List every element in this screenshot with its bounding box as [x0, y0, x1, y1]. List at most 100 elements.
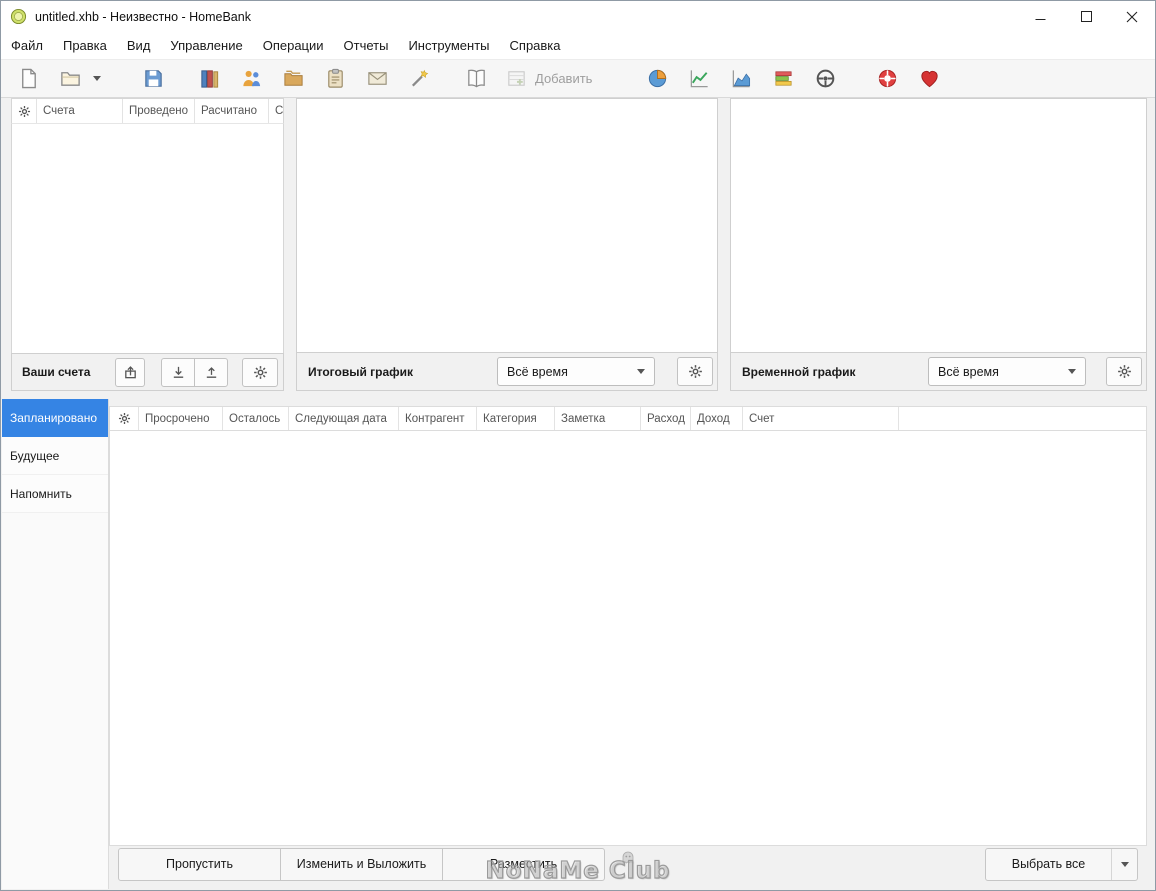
trend-time-chart-icon	[690, 70, 708, 88]
add-operation-label: Добавить	[535, 71, 593, 86]
tab-scheduled[interactable]: Запланировано	[2, 399, 108, 437]
new-file-icon	[21, 68, 36, 89]
scheduled-column-account[interactable]: Счет	[743, 407, 899, 430]
add-operation-button[interactable]: Добавить	[499, 62, 602, 96]
menu-view[interactable]: Вид	[117, 32, 161, 59]
add-operation-icon	[508, 71, 525, 86]
save-button[interactable]	[134, 62, 172, 96]
scheduled-column-income[interactable]: Доход	[691, 407, 743, 430]
assign-wand-icon	[411, 69, 428, 87]
save-icon	[144, 70, 162, 87]
maximize-button[interactable]	[1063, 1, 1109, 32]
select-all-label: Выбрать все	[1011, 857, 1086, 871]
menu-help[interactable]: Справка	[500, 32, 571, 59]
accounts-column-today[interactable]: Се	[269, 99, 283, 123]
accounts-menu-button[interactable]	[242, 357, 278, 387]
open-recent-dropdown-button[interactable]	[89, 62, 104, 96]
toolbar: Добавить	[1, 59, 1155, 98]
accounts-column-reconciled[interactable]: Расчитано	[195, 99, 269, 123]
menu-edit[interactable]: Правка	[53, 32, 117, 59]
total-chart-range-select[interactable]: Всё время	[497, 357, 655, 386]
scheduled-columns-settings-button[interactable]	[110, 407, 139, 430]
window-controls	[1017, 1, 1155, 32]
tab-remind[interactable]: Напомнить	[2, 475, 108, 513]
accounts-list-header: Счета Проведено Расчитано Се	[11, 98, 284, 124]
statistics-pie-icon	[648, 69, 667, 88]
watermark-text: NoNaMe Club	[485, 857, 671, 884]
open-file-button[interactable]	[51, 62, 89, 96]
close-button[interactable]	[1109, 1, 1155, 32]
accounts-ledger-icon	[200, 70, 218, 88]
balance-report-button[interactable]	[722, 62, 760, 96]
manage-payees-button[interactable]	[232, 62, 270, 96]
accounts-columns-settings-button[interactable]	[12, 99, 37, 123]
arrow-down-to-bar-icon	[173, 366, 183, 378]
accounts-footer: Ваши счета	[11, 353, 284, 391]
show-operations-book-icon	[467, 69, 485, 88]
statistics-report-button[interactable]	[638, 62, 676, 96]
time-chart-title: Временной график	[742, 364, 856, 379]
time-chart-settings-button[interactable]	[1106, 357, 1142, 386]
scheduled-column-next-date[interactable]: Следующая дата	[289, 407, 399, 430]
categories-folder-icon	[283, 70, 303, 86]
payees-icon	[242, 70, 260, 87]
select-all-button[interactable]: Выбрать все	[985, 847, 1138, 881]
time-chart-range-select[interactable]: Всё время	[928, 357, 1086, 386]
chevron-down-icon	[637, 369, 645, 374]
total-chart-settings-button[interactable]	[677, 357, 713, 386]
chevron-down-icon	[1120, 861, 1129, 867]
scheduled-column-expense[interactable]: Расход	[641, 407, 691, 430]
budget-report-button[interactable]	[764, 62, 802, 96]
help-lifebuoy-icon	[878, 69, 897, 88]
budget-report-bars-icon	[775, 71, 792, 86]
tab-future[interactable]: Будущее	[2, 437, 108, 475]
manage-budget-button[interactable]	[358, 62, 396, 96]
homebank-window: untitled.xhb - Неизвестно - HomeBank Фай…	[0, 0, 1156, 891]
scheduled-column-payee[interactable]: Контрагент	[399, 407, 477, 430]
scheduled-column-remaining[interactable]: Осталось	[223, 407, 289, 430]
help-button[interactable]	[868, 62, 906, 96]
menu-file[interactable]: Файл	[1, 32, 53, 59]
menu-reports[interactable]: Отчеты	[334, 32, 399, 59]
menu-manage[interactable]: Управление	[160, 32, 252, 59]
donate-heart-icon	[921, 70, 938, 88]
open-ledger-button[interactable]	[115, 357, 145, 387]
scheduled-table-header: Просрочено Осталось Следующая дата Контр…	[109, 406, 1147, 431]
gear-icon	[18, 105, 30, 117]
manage-assignments-button[interactable]	[400, 62, 438, 96]
select-all-caret[interactable]	[1111, 848, 1137, 880]
donate-button[interactable]	[910, 62, 948, 96]
manage-categories-button[interactable]	[274, 62, 312, 96]
minimize-button[interactable]	[1017, 1, 1063, 32]
scheduled-table-body	[109, 431, 1147, 846]
scheduled-column-category[interactable]: Категория	[477, 407, 555, 430]
expand-all-button[interactable]	[161, 357, 195, 387]
accounts-list	[11, 124, 284, 353]
trend-time-report-button[interactable]	[680, 62, 718, 96]
skip-button[interactable]: Пропустить	[118, 847, 281, 881]
expand-collapse-group	[161, 357, 228, 387]
new-file-button[interactable]	[9, 62, 47, 96]
gear-icon	[688, 365, 702, 378]
manage-accounts-button[interactable]	[190, 62, 228, 96]
menubar: Файл Правка Вид Управление Операции Отче…	[1, 32, 1155, 59]
total-chart-footer: Итоговый график Всё время	[296, 353, 718, 391]
menu-transactions[interactable]: Операции	[253, 32, 334, 59]
box-arrow-up-icon	[124, 365, 136, 378]
scheduled-column-overdue[interactable]: Просрочено	[139, 407, 223, 430]
accounts-column-cleared[interactable]: Проведено	[123, 99, 195, 123]
chevron-down-icon	[92, 76, 101, 81]
show-operations-button[interactable]	[457, 62, 495, 96]
accounts-footer-label: Ваши счета	[22, 365, 91, 379]
total-chart-canvas	[296, 98, 718, 353]
accounts-column-accounts[interactable]: Счета	[37, 99, 123, 123]
collapse-all-button[interactable]	[194, 357, 228, 387]
manage-scheduled-button[interactable]	[316, 62, 354, 96]
vehicle-cost-report-button[interactable]	[806, 62, 844, 96]
menu-tools[interactable]: Инструменты	[398, 32, 499, 59]
time-chart-range-value: Всё время	[938, 364, 999, 379]
scheduled-column-memo[interactable]: Заметка	[555, 407, 641, 430]
budget-envelope-icon	[367, 72, 387, 85]
edit-and-post-button[interactable]: Изменить и Выложить	[280, 847, 443, 881]
time-chart-footer: Временной график Всё время	[730, 353, 1147, 391]
